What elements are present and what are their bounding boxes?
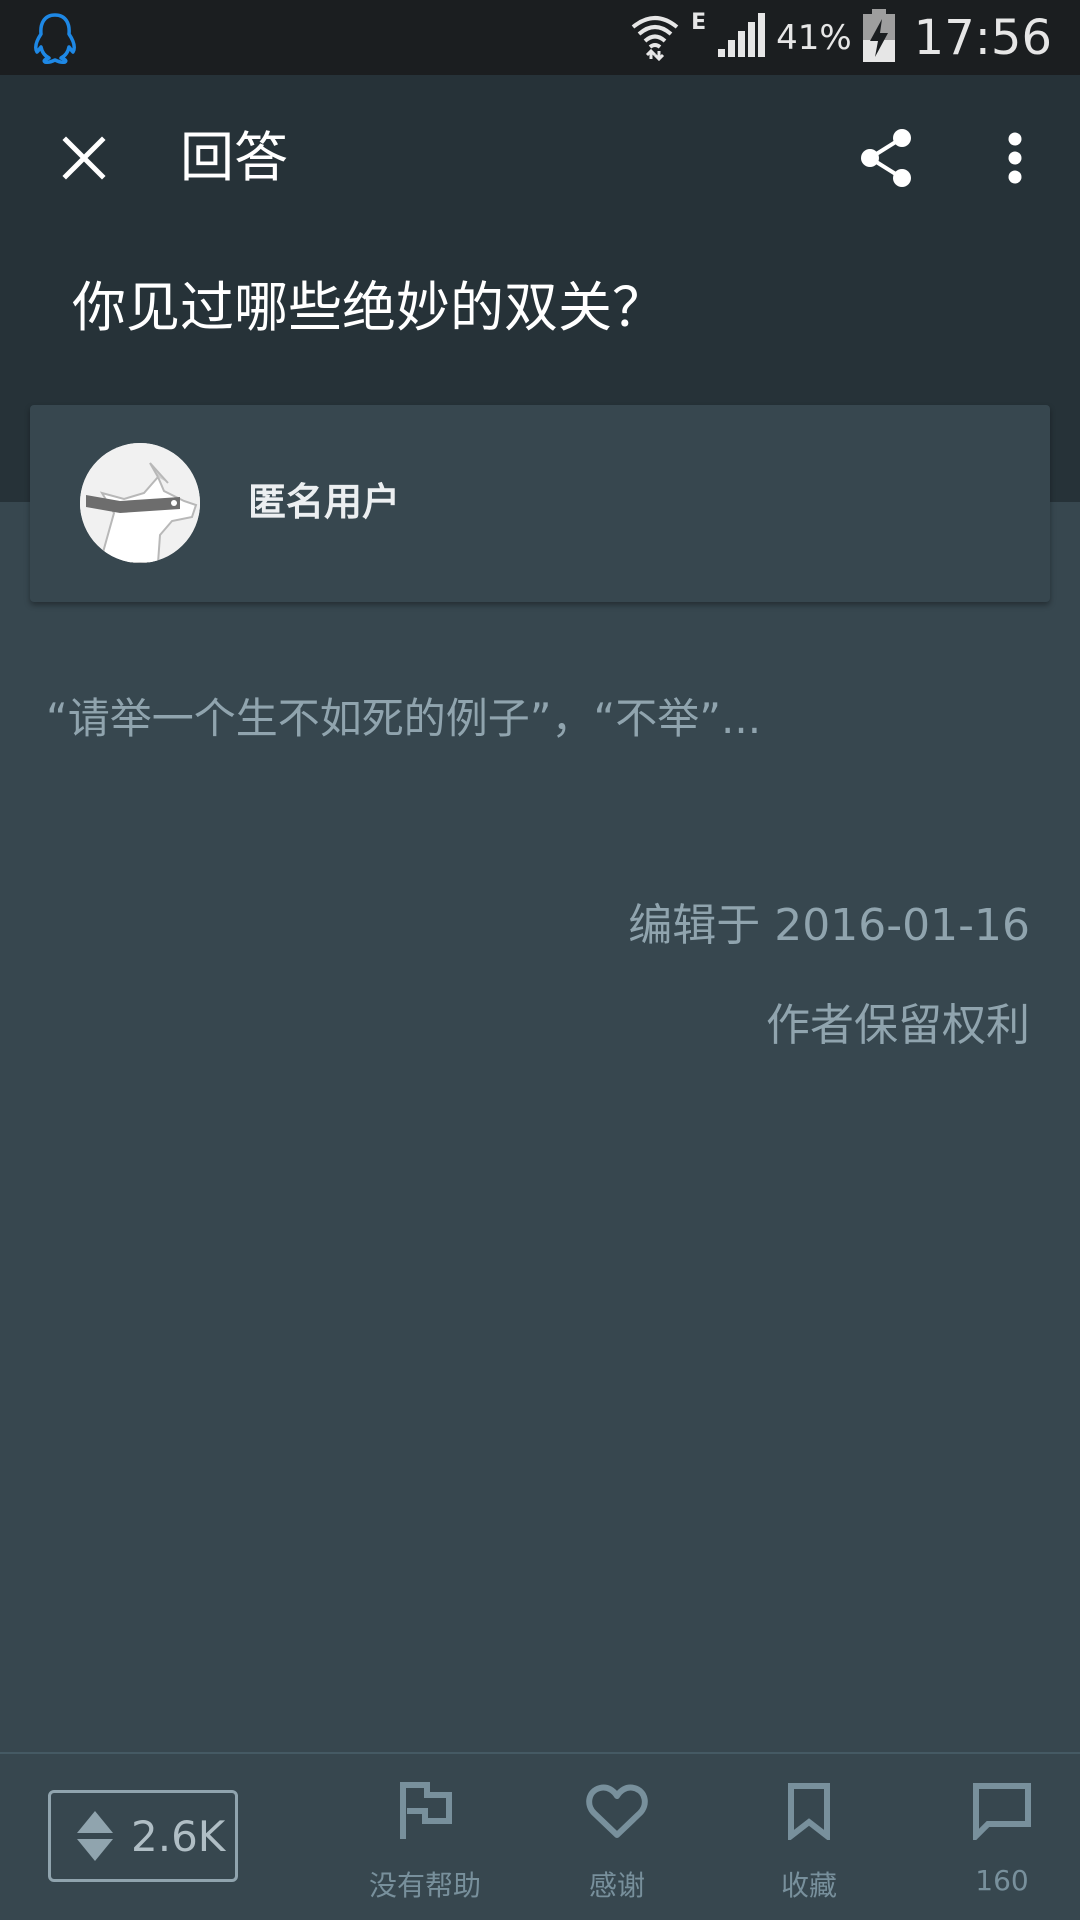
page-title: 回答	[180, 126, 288, 189]
close-icon	[62, 136, 106, 180]
thanks-label: 感谢	[588, 1869, 645, 1902]
heart-icon	[586, 1784, 648, 1838]
comments-button[interactable]: 160	[927, 1776, 1077, 1906]
vote-button[interactable]: 2.6K	[48, 1790, 238, 1882]
copyright-notice: 作者保留权利	[766, 1000, 1030, 1051]
close-button[interactable]	[44, 118, 124, 198]
signal-icon	[716, 12, 766, 63]
favorite-label: 收藏	[780, 1869, 837, 1902]
question-title[interactable]: 你见过哪些绝妙的双关？	[72, 272, 666, 344]
comment-count: 160	[975, 1864, 1029, 1897]
edit-date: 编辑于 2016-01-16	[628, 900, 1030, 951]
anonymous-avatar-icon	[80, 443, 200, 563]
answer-excerpt: “请举一个生不如死的例子”，“不举”...	[46, 694, 762, 743]
vote-arrows-icon	[77, 1811, 113, 1861]
share-icon	[861, 129, 911, 187]
more-options-button[interactable]	[975, 118, 1055, 198]
author-card[interactable]: 匿名用户	[30, 405, 1050, 602]
comment-icon	[973, 1783, 1031, 1840]
wifi-icon	[629, 11, 681, 65]
status-icons: E 41% 17:56	[619, 0, 1052, 75]
more-vert-icon	[1008, 132, 1022, 184]
not-helpful-button[interactable]: 没有帮助	[350, 1776, 500, 1906]
favorite-button[interactable]: 收藏	[734, 1776, 884, 1906]
status-bar: E 41% 17:56	[0, 0, 1080, 75]
thanks-button[interactable]: 感谢	[542, 1776, 692, 1906]
share-button[interactable]	[846, 118, 926, 198]
battery-charging-icon	[862, 8, 896, 67]
clock: 17:56	[913, 9, 1052, 66]
avatar	[80, 443, 200, 563]
qq-notification-icon	[30, 12, 80, 64]
flag-icon	[400, 1782, 452, 1839]
vote-count: 2.6K	[131, 1811, 226, 1861]
bookmark-icon	[788, 1783, 830, 1840]
answer-screen: E 41% 17:56 回答 你见过哪些绝妙的双关？ 匿名用户 “请举一个生不如…	[0, 0, 1080, 1920]
not-helpful-label: 没有帮助	[368, 1869, 481, 1902]
battery-percent: 41%	[776, 17, 852, 58]
network-type: E	[691, 10, 707, 35]
bottom-action-bar: 2.6K 没有帮助 感谢 收藏 160	[0, 1752, 1080, 1920]
author-name: 匿名用户	[248, 480, 401, 524]
